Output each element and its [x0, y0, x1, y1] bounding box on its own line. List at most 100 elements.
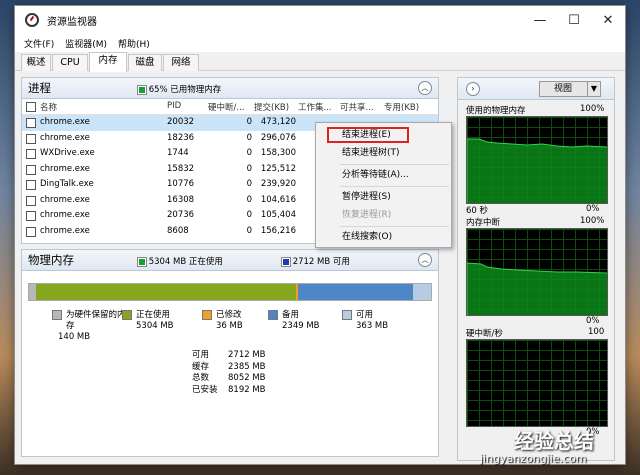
process-commit: 158,300	[260, 148, 296, 158]
summary-key: 已安装	[192, 384, 218, 395]
watermark-url: jingyanzongjie.com	[480, 452, 587, 465]
window-title: 资源监视器	[47, 16, 97, 28]
col-commit[interactable]: 提交(KB)	[254, 101, 296, 113]
col-name[interactable]: 名称	[40, 101, 57, 113]
tab-memory[interactable]: 内存	[89, 52, 127, 72]
physical-memory-header[interactable]: 物理内存 5304 MB 正在使用 2712 MB 可用 ︿	[22, 250, 438, 271]
col-working-set[interactable]: 工作集...	[298, 101, 336, 113]
process-checkbox[interactable]	[26, 149, 36, 159]
process-commit: 125,512	[260, 163, 296, 174]
legend-value: 140 MB	[58, 332, 91, 342]
bar-free	[413, 284, 431, 300]
maximize-button[interactable]: ☐	[557, 6, 591, 34]
process-name: WXDrive.exe	[40, 148, 95, 158]
close-button[interactable]: ✕	[591, 6, 625, 34]
tab-overview[interactable]: 概述	[21, 54, 51, 71]
process-pid: 20736	[167, 210, 195, 220]
select-all-checkbox[interactable]	[26, 102, 36, 112]
context-menu: 结束进程(E) 结束进程树(T) 分析等待链(A)... 暂停进程(S) 恢复进…	[315, 122, 452, 248]
legend-value: 2349 MB	[282, 321, 320, 331]
graph-panel: › 视图 ▼ 使用的物理内存 100% 60 秒 0% 内存中断 100% 0%…	[457, 77, 615, 461]
process-pid: 16308	[167, 194, 195, 205]
highlight-box	[327, 127, 409, 143]
minimize-button[interactable]: —	[523, 6, 557, 34]
in-use-swatch	[137, 256, 147, 267]
process-checkbox[interactable]	[26, 195, 36, 206]
process-section-header[interactable]: 进程 65% 已用物理内存 ︿	[22, 78, 438, 99]
process-commit: 105,404	[260, 210, 296, 220]
chevron-down-icon[interactable]: ▼	[587, 82, 600, 96]
process-checkbox[interactable]	[26, 164, 36, 175]
physical-memory-graph	[466, 116, 608, 204]
menu-analyze-wait-chain[interactable]: 分析等待链(A)...	[316, 166, 451, 184]
process-name: chrome.exe	[40, 210, 90, 220]
tab-disk[interactable]: 磁盘	[128, 54, 162, 71]
graph3-max: 100	[588, 327, 605, 337]
graph2-label: 内存中断	[466, 218, 501, 228]
process-checkbox[interactable]	[26, 180, 36, 190]
process-checkbox[interactable]	[26, 118, 36, 128]
legend-swatch	[202, 310, 212, 320]
menu-separator	[340, 164, 449, 165]
memory-usage-summary: 65% 已用物理内存	[137, 83, 221, 95]
menu-bar: 文件(F) 监视器(M) 帮助(H)	[15, 34, 625, 52]
menu-suspend-process[interactable]: 暂停进程(S)	[316, 188, 451, 206]
col-hard-faults[interactable]: 硬中断/...	[208, 101, 252, 113]
graph1-label: 使用的物理内存	[466, 106, 526, 116]
process-checkbox[interactable]	[26, 226, 36, 237]
menu-end-process-tree[interactable]: 结束进程树(T)	[316, 144, 451, 162]
legend-label: 可用	[356, 310, 374, 320]
process-name: chrome.exe	[40, 194, 90, 205]
col-private[interactable]: 专用(KB)	[384, 101, 424, 113]
tab-cpu[interactable]: CPU	[52, 54, 88, 71]
col-pid[interactable]: PID	[167, 101, 181, 111]
process-commit: 296,076	[260, 132, 296, 143]
graph1-min: 0%	[586, 204, 600, 214]
graph2-min: 0%	[586, 316, 600, 326]
hard-faults-graph	[466, 339, 608, 427]
legend-item: 可用 363 MB	[342, 310, 422, 332]
commit-charge-graph	[466, 228, 608, 316]
summary-key: 缓存	[192, 361, 210, 372]
physical-memory-title: 物理内存	[28, 253, 74, 267]
menu-file[interactable]: 文件(F)	[24, 37, 54, 50]
process-hard-faults: 0	[246, 210, 252, 220]
process-checkbox[interactable]	[26, 133, 36, 144]
process-pid: 18236	[167, 132, 195, 143]
in-use-summary: 5304 MB 正在使用	[137, 255, 223, 267]
menu-search-online[interactable]: 在线搜索(O)	[316, 228, 451, 246]
summary-key: 可用	[192, 350, 210, 360]
title-bar: 资源监视器 — ☐ ✕	[15, 6, 625, 34]
process-name: chrome.exe	[40, 163, 90, 174]
legend-value: 363 MB	[356, 321, 389, 331]
legend-value: 5304 MB	[136, 321, 174, 331]
memory-summary: 可用 2712 MB 缓存 2385 MB 总数 8052 MB 已安装 8192 MB	[192, 350, 266, 396]
bar-standby	[297, 284, 414, 300]
legend-label: 备用	[282, 310, 300, 320]
collapse-icon[interactable]: ︿	[418, 81, 432, 95]
process-checkbox[interactable]	[26, 211, 36, 221]
legend-swatch	[268, 310, 278, 320]
summary-row: 已安装 8192 MB	[192, 385, 266, 397]
graph-grid	[467, 340, 607, 426]
legend-swatch	[342, 310, 352, 320]
expand-icon[interactable]: ›	[466, 82, 480, 96]
summary-value: 2385 MB	[228, 361, 266, 372]
collapse-icon[interactable]: ︿	[418, 253, 432, 267]
process-pid: 10776	[167, 179, 195, 189]
physical-memory-section: 物理内存 5304 MB 正在使用 2712 MB 可用 ︿ 为硬件保留的内存 1…	[21, 249, 439, 457]
process-hard-faults: 0	[246, 163, 252, 174]
menu-monitor[interactable]: 监视器(M)	[65, 37, 107, 50]
process-pid: 8608	[167, 225, 189, 236]
view-button[interactable]: 视图 ▼	[539, 81, 601, 97]
available-swatch	[281, 256, 291, 267]
col-shareable[interactable]: 可共享...	[340, 101, 378, 113]
tab-network[interactable]: 网络	[163, 54, 199, 71]
commit-charge-trace	[467, 262, 607, 315]
summary-value: 8192 MB	[228, 384, 266, 395]
available-summary: 2712 MB 可用	[281, 255, 350, 267]
bar-reserved	[29, 284, 36, 300]
available-text: 2712 MB 可用	[292, 257, 350, 267]
menu-help[interactable]: 帮助(H)	[118, 37, 150, 50]
process-pid: 15832	[167, 163, 195, 174]
